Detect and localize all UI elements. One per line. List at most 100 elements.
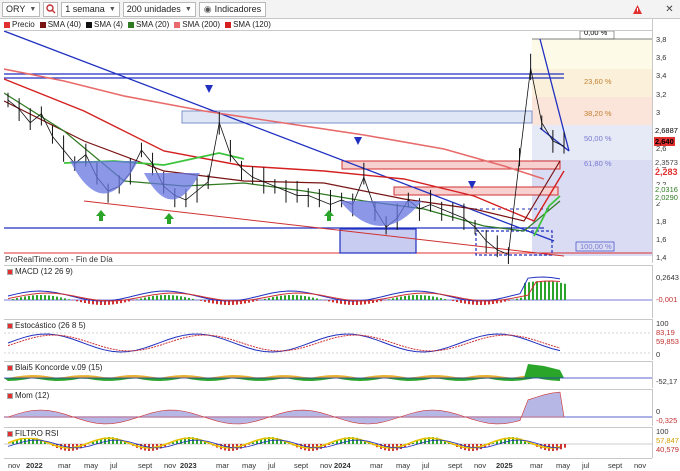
rsi-filter-chart [4, 437, 652, 451]
macd-histogram-bar [460, 300, 462, 303]
macd-histogram-bar [556, 282, 558, 300]
macd-histogram-bar [176, 295, 178, 300]
macd-histogram-bar [428, 295, 430, 300]
stoch-tick: 59,853 [656, 337, 679, 346]
price-tick: 3,2 [656, 89, 667, 99]
legend-item[interactable]: SMA (20) [127, 20, 169, 29]
legend-item[interactable]: SMA (120) [225, 20, 271, 29]
macd-histogram-bar [204, 300, 206, 302]
legend-swatch-icon [127, 21, 134, 28]
rsi-filter-pane[interactable]: FILTRO RSI [4, 427, 652, 458]
momentum-title: Mom (12) [7, 391, 52, 400]
macd-histogram-bar [380, 300, 382, 302]
time-axis[interactable]: nov 2022 mar may jul sept nov 2023 mar may jul sept… [4, 458, 652, 471]
time-tick: may [84, 461, 99, 470]
macd-pane[interactable]: MACD (12 26 9) [4, 265, 652, 318]
price-tag: 2,0290 [654, 193, 679, 202]
macd-histogram-bar [172, 295, 174, 300]
price-tick: 3 [656, 107, 661, 117]
price-chart[interactable]: 0,00 % 23,60 % 38,20 % 50,00 % 61,80 % 100,00… [4, 31, 652, 264]
macd-histogram-bar [280, 295, 282, 300]
macd-histogram-bar [24, 296, 26, 300]
timeframe-select[interactable]: 1 semana ▼ [61, 1, 120, 17]
zoom-icon[interactable] [43, 1, 59, 17]
macd-histogram-bar [256, 300, 258, 301]
time-tick: jul [582, 461, 590, 470]
macd-histogram-bar [140, 298, 142, 300]
macd-histogram-bar [416, 295, 418, 300]
momentum-pane[interactable]: Mom (12) [4, 389, 652, 426]
macd-histogram-bar [252, 300, 254, 302]
price-axis[interactable]: 3,83,63,43,232,82,62,42,221,81,61,42,688… [652, 19, 680, 263]
momentum-title-text: Mom (12) [15, 391, 50, 400]
macd-histogram-bar [16, 298, 18, 300]
macd-histogram-bar [292, 295, 294, 300]
macd-histogram-bar [192, 298, 194, 300]
legend-label: SMA (200) [182, 20, 221, 29]
rsi-bar [412, 442, 414, 444]
legend-label: SMA (40) [47, 20, 82, 29]
zone-box [393, 186, 559, 196]
symbol-select[interactable]: ORY ▼ [2, 1, 41, 17]
legend-item[interactable]: SMA (200) [174, 20, 220, 29]
macd-histogram-bar [396, 297, 398, 300]
macd-histogram-bar [144, 297, 146, 300]
rsi-bar [492, 443, 494, 444]
stochastic-pane[interactable]: Estocástico (26 8 5) [4, 319, 652, 360]
marker-arrow-icon [354, 137, 362, 145]
legend-swatch-icon [39, 21, 46, 28]
time-tick: mar [216, 461, 229, 470]
macd-histogram-bar [180, 296, 182, 300]
time-tick: sept [138, 461, 153, 470]
macd-histogram-bar [212, 300, 214, 304]
macd-histogram-bar [200, 300, 202, 301]
price-pane[interactable]: 0,00 % 23,60 % 38,20 % 50,00 % 61,80 % 100,00… [4, 30, 652, 264]
price-tick: 1,6 [656, 234, 667, 244]
indicators-label: Indicadores [214, 4, 262, 14]
close-icon[interactable]: ✕ [662, 2, 677, 17]
price-tick: 1,4 [656, 253, 667, 262]
legend-label: Precio [12, 20, 35, 29]
macd-histogram-bar [504, 300, 506, 302]
price-tag: 2,6887 [654, 126, 679, 135]
chevron-down-icon: ▼ [29, 5, 37, 13]
time-tick: may [556, 461, 571, 470]
stoch-tick: 0 [656, 350, 661, 359]
marker-arrow-icon [205, 85, 213, 93]
macd-histogram-bar [452, 300, 454, 302]
mom-tick: 0 [656, 407, 661, 416]
macd-histogram-bar [60, 297, 62, 300]
indicator-color-icon [7, 392, 13, 399]
time-tick: nov [474, 461, 487, 470]
macd-histogram-bar [40, 295, 42, 300]
fib-label: 61,80 % [584, 159, 612, 168]
price-tag: 2,640 [654, 137, 675, 146]
units-select[interactable]: 200 unidades ▼ [122, 1, 196, 17]
time-tick: sept [448, 461, 463, 470]
indicators-button[interactable]: ◉ Indicadores [198, 1, 267, 17]
koncorde-pane[interactable]: Blai5 Koncorde v.09 (15) [4, 361, 652, 388]
price-tick: 3,8 [656, 35, 667, 44]
momentum-axis: 0 -0,325 [652, 389, 680, 426]
chevron-down-icon: ▼ [108, 5, 116, 13]
legend-swatch-icon [4, 21, 10, 28]
stoch-tick: 100 [656, 319, 669, 328]
macd-histogram-bar [152, 296, 154, 300]
macd-histogram-bar [424, 295, 426, 300]
fib-label: 100,00 % [580, 242, 612, 251]
time-tick: mar [58, 461, 71, 470]
macd-histogram-bar [272, 297, 274, 300]
time-tick: jul [422, 461, 430, 470]
zone-box [339, 228, 417, 254]
trendline [4, 31, 555, 242]
macd-histogram-bar [320, 299, 322, 300]
legend-item[interactable]: SMA (4) [86, 20, 123, 29]
macd-histogram-bar [80, 300, 82, 303]
macd-histogram-bar [400, 296, 402, 300]
legend-item[interactable]: SMA (40) [39, 20, 82, 29]
stochastic-title: Estocástico (26 8 5) [7, 321, 88, 330]
legend-item[interactable]: Precio [4, 20, 35, 29]
macd-title-text: MACD (12 26 9) [15, 267, 73, 276]
rsi-bar [332, 442, 334, 444]
alert-icon[interactable] [630, 2, 645, 17]
